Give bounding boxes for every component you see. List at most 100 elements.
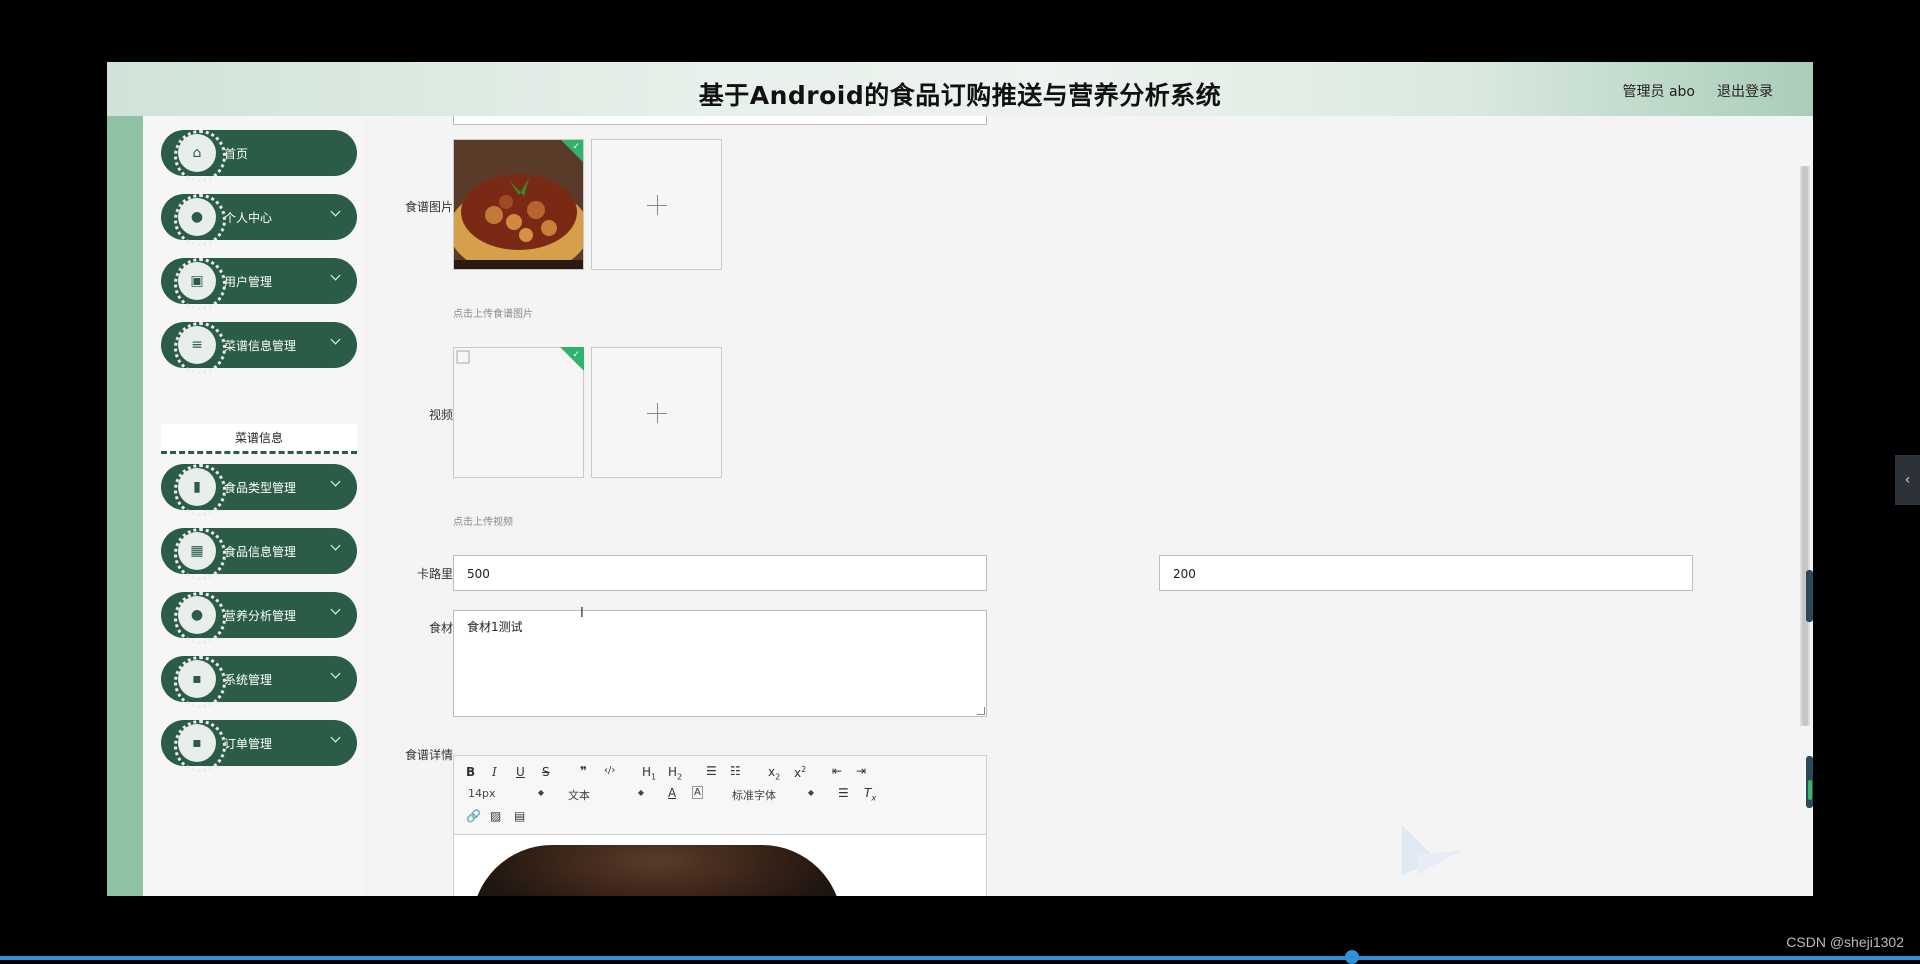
sidebar-item-label: 系统管理 bbox=[224, 672, 273, 687]
recipe-detail-label: 食谱详情 bbox=[404, 748, 453, 762]
chevron-down-icon bbox=[330, 206, 341, 217]
outdent-icon[interactable]: ⇤ bbox=[832, 764, 842, 778]
code-icon[interactable]: ‹/› bbox=[604, 765, 615, 776]
page-title: 基于Android的食品订购推送与营养分析系统 bbox=[698, 81, 1222, 110]
strikethrough-button[interactable]: S bbox=[542, 765, 550, 779]
sidebar-strip bbox=[107, 116, 143, 896]
grid-icon: ▦ bbox=[174, 528, 226, 580]
sidebar-item-recipe-management[interactable]: ≡ 菜谱信息管理 bbox=[161, 322, 357, 374]
subscript-button[interactable]: x2 bbox=[768, 765, 780, 781]
rich-text-editor[interactable]: B I U S ❞ ‹/› H1 H2 ☰ ☷ x2 x2 ⇤ ⇥ 14px ◆ … bbox=[453, 755, 987, 896]
text-type-select[interactable]: 文本 ◆ bbox=[568, 787, 644, 803]
chevron-down-icon bbox=[330, 334, 341, 345]
sidebar-item-label: 个人中心 bbox=[224, 210, 273, 225]
recipe-image-thumbnail[interactable]: ✓ bbox=[453, 139, 584, 270]
sidebar: ⌂ 首页 ● 个人中心 ▣ 用户管理 ≡ 菜谱信息管理 菜谱信息 ▮ 食品类型管… bbox=[143, 116, 363, 896]
bullet-list-icon[interactable]: ☷ bbox=[730, 764, 741, 778]
background-color-button[interactable]: A bbox=[692, 786, 703, 799]
underline-button[interactable]: U bbox=[516, 765, 525, 779]
user-icon: ● bbox=[174, 592, 226, 644]
sidebar-item-label: 营养分析管理 bbox=[224, 608, 297, 623]
heat-input[interactable]: 200 bbox=[1159, 555, 1693, 591]
bar-chart-icon: ▮ bbox=[174, 464, 226, 516]
add-video-button[interactable] bbox=[591, 347, 722, 478]
h2-button[interactable]: H2 bbox=[668, 765, 682, 781]
chevron-down-icon bbox=[330, 732, 341, 743]
ingredients-text: 食材1测试 bbox=[467, 620, 523, 634]
ingredients-label: 食材 bbox=[428, 621, 453, 635]
sidebar-item-food-type-management[interactable]: ▮ 食品类型管理 bbox=[161, 464, 357, 516]
h1-button[interactable]: H1 bbox=[642, 765, 656, 781]
chevron-down-icon bbox=[330, 604, 341, 615]
video-thumbnail[interactable]: ✓ bbox=[453, 347, 584, 478]
collapse-panel-button[interactable]: ‹ bbox=[1895, 455, 1920, 505]
resize-handle[interactable] bbox=[977, 707, 985, 715]
ordered-list-icon[interactable]: ☰ bbox=[706, 764, 717, 778]
sidebar-item-label: 订单管理 bbox=[224, 736, 273, 751]
editor-content[interactable] bbox=[454, 835, 986, 896]
sidebar-item-label: 首页 bbox=[224, 146, 249, 161]
recipe-image-label: 食谱图片 bbox=[404, 200, 453, 214]
list-icon: ≡ bbox=[174, 322, 226, 374]
font-size-select[interactable]: 14px ◆ bbox=[468, 787, 544, 800]
ingredients-textarea[interactable]: 食材1测试 bbox=[453, 610, 987, 717]
select-arrow-icon: ◆ bbox=[637, 788, 644, 797]
admin-name: 管理员 abo bbox=[1622, 84, 1695, 100]
bold-button[interactable]: B bbox=[466, 765, 475, 779]
image-upload-hint: 点击上传食谱图片 bbox=[453, 309, 533, 320]
editor-toolbar: B I U S ❞ ‹/› H1 H2 ☰ ☷ x2 x2 ⇤ ⇥ 14px ◆ … bbox=[454, 756, 986, 835]
sidebar-item-food-info-management[interactable]: ▦ 食品信息管理 bbox=[161, 528, 357, 580]
progress-bar bbox=[0, 956, 1920, 960]
link-icon[interactable]: 🔗 bbox=[466, 809, 481, 823]
font-color-button[interactable]: A bbox=[668, 786, 676, 800]
check-icon: ✓ bbox=[572, 142, 580, 152]
user-icon: ● bbox=[174, 194, 226, 246]
sidebar-item-label: 用户管理 bbox=[224, 274, 273, 289]
sidebar-subitem-recipe-info[interactable]: 菜谱信息 bbox=[161, 424, 357, 454]
input-field-cutoff[interactable] bbox=[453, 116, 987, 125]
font-family-select[interactable]: 标准字体 ◆ bbox=[732, 787, 814, 803]
check-icon: ✓ bbox=[572, 350, 580, 360]
sidebar-item-order-management[interactable]: ▪ 订单管理 bbox=[161, 720, 357, 772]
select-arrow-icon: ◆ bbox=[807, 788, 814, 797]
home-icon: ⌂ bbox=[174, 130, 226, 182]
watermark-text: CSDN @sheji1302 bbox=[1786, 934, 1904, 950]
recipe-detail-image bbox=[472, 845, 842, 896]
broken-image-icon bbox=[456, 350, 470, 364]
sidebar-item-label: 菜谱信息管理 bbox=[224, 338, 297, 353]
superscript-button[interactable]: x2 bbox=[794, 765, 806, 780]
apps-icon: ▪ bbox=[174, 720, 226, 772]
header: 基于Android的食品订购推送与营养分析系统 管理员 abo 退出登录 bbox=[107, 62, 1813, 116]
sidebar-item-home[interactable]: ⌂ 首页 bbox=[161, 130, 357, 182]
sidebar-item-label: 食品类型管理 bbox=[224, 480, 297, 495]
image-icon[interactable]: ▨ bbox=[490, 809, 501, 823]
scroll-indicator bbox=[1806, 570, 1813, 622]
add-image-button[interactable] bbox=[591, 139, 722, 270]
logout-link[interactable]: 退出登录 bbox=[1717, 81, 1773, 101]
clear-format-button[interactable]: Tx bbox=[864, 786, 876, 802]
italic-button[interactable]: I bbox=[492, 765, 497, 779]
video-upload-hint: 点击上传视频 bbox=[453, 517, 513, 528]
sidebar-item-nutrition-analysis[interactable]: ● 营养分析管理 bbox=[161, 592, 357, 644]
video-icon[interactable]: ▤ bbox=[514, 809, 525, 823]
scroll-indicator bbox=[1806, 756, 1813, 808]
chevron-down-icon bbox=[330, 668, 341, 679]
chevron-down-icon bbox=[330, 540, 341, 551]
scrollbar-thumb[interactable] bbox=[1802, 166, 1808, 726]
sidebar-item-personal-center[interactable]: ● 个人中心 bbox=[161, 194, 357, 246]
indent-icon[interactable]: ⇥ bbox=[856, 764, 866, 778]
logo-icon bbox=[1402, 825, 1462, 875]
font-size-value: 14px bbox=[468, 787, 496, 800]
sidebar-item-system-management[interactable]: ▪ 系统管理 bbox=[161, 656, 357, 708]
calorie-label: 卡路里 bbox=[416, 567, 453, 581]
calorie-input[interactable]: 500 bbox=[453, 555, 987, 591]
select-arrow-icon: ◆ bbox=[537, 788, 544, 797]
apps-icon: ▪ bbox=[174, 656, 226, 708]
clipboard-icon: ▣ bbox=[174, 258, 226, 310]
video-label: 视频 bbox=[428, 408, 453, 422]
align-left-icon[interactable]: ☰ bbox=[838, 786, 849, 800]
sidebar-item-user-management[interactable]: ▣ 用户管理 bbox=[161, 258, 357, 310]
sidebar-item-label: 食品信息管理 bbox=[224, 544, 297, 559]
progress-handle[interactable] bbox=[1345, 950, 1359, 964]
blockquote-icon[interactable]: ❞ bbox=[580, 764, 587, 778]
